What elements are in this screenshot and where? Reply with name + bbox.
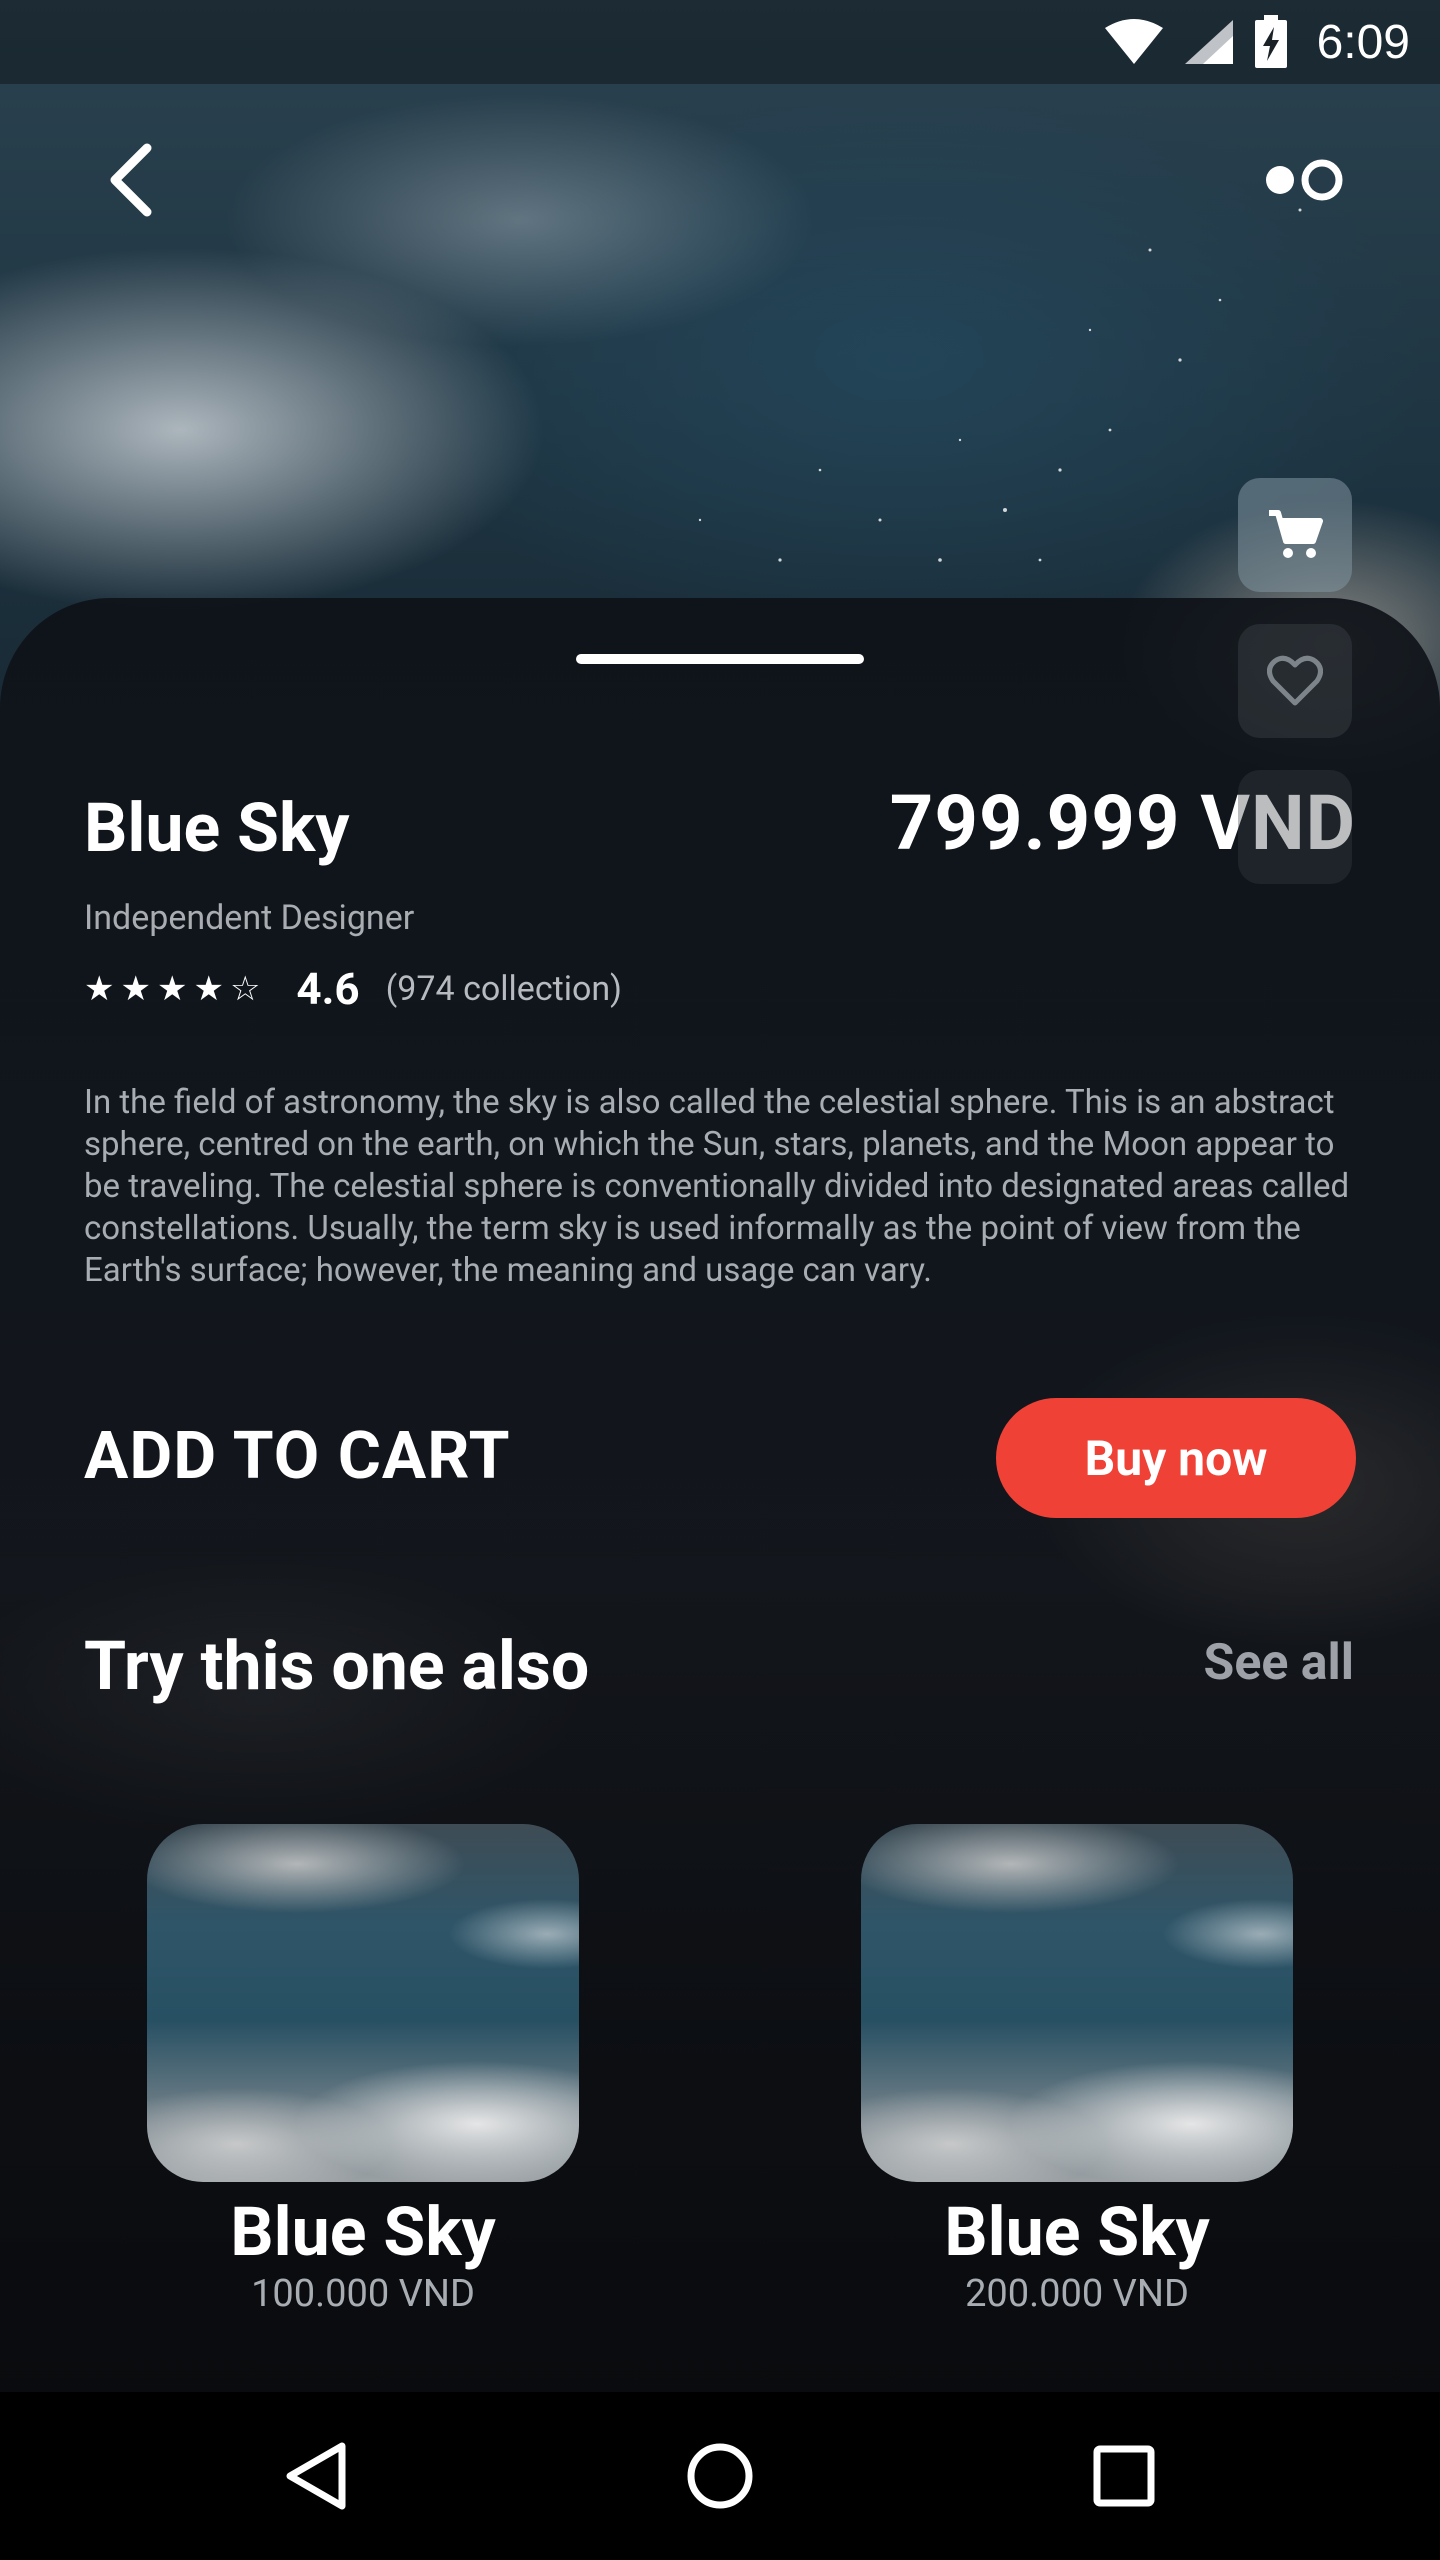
related-product-title: Blue Sky bbox=[944, 2192, 1210, 2272]
star-icon: ★ bbox=[193, 969, 224, 1009]
battery-charging-icon bbox=[1254, 15, 1287, 68]
back-button[interactable] bbox=[90, 130, 170, 230]
rating-stars: ★ ★ ★ ★ ☆ bbox=[84, 969, 260, 1009]
nav-home-button[interactable] bbox=[670, 2426, 770, 2526]
product-thumbnail bbox=[147, 1824, 579, 2182]
status-time: 6:09 bbox=[1316, 15, 1410, 69]
signal-icon bbox=[1184, 20, 1233, 64]
back-chevron-icon bbox=[110, 143, 152, 217]
extra-action-button[interactable] bbox=[1238, 770, 1352, 884]
product-thumbnail bbox=[861, 1824, 1293, 2182]
nav-recents-button[interactable] bbox=[1074, 2426, 1174, 2526]
system-navigation-bar bbox=[0, 2392, 1440, 2560]
rating-count: (974 collection) bbox=[385, 969, 623, 1009]
product-description: In the field of astronomy, the sky is al… bbox=[84, 1083, 1350, 1290]
nav-back-button[interactable] bbox=[266, 2426, 366, 2526]
wifi-icon bbox=[1104, 19, 1163, 64]
rating-value: 4.6 bbox=[296, 963, 360, 1015]
add-to-cart-button[interactable]: ADD TO CART bbox=[84, 1418, 511, 1495]
star-icon: ★ bbox=[84, 969, 115, 1009]
cart-side-button[interactable] bbox=[1238, 478, 1352, 592]
related-product-card[interactable]: Blue Sky 100.000 VND bbox=[147, 1824, 579, 2316]
related-section-title: Try this one also bbox=[84, 1626, 590, 1706]
see-all-link[interactable]: See all bbox=[1204, 1634, 1354, 1692]
nav-back-icon bbox=[286, 2442, 346, 2510]
product-detail-sheet: Blue Sky 799.999 VND Independent Designe… bbox=[0, 598, 1440, 2392]
heart-icon bbox=[1267, 655, 1323, 706]
favorite-button[interactable] bbox=[1238, 624, 1352, 738]
star-icon: ★ bbox=[120, 969, 151, 1009]
drag-handle[interactable] bbox=[576, 654, 864, 664]
star-outline-icon: ☆ bbox=[229, 969, 261, 1009]
cart-icon bbox=[1269, 510, 1323, 558]
rating-row: ★ ★ ★ ★ ☆ 4.6 (974 collection) bbox=[84, 963, 622, 1015]
product-title: Blue Sky bbox=[84, 788, 350, 868]
toggle-dots-icon bbox=[1266, 159, 1343, 201]
nav-recents-icon bbox=[1093, 2445, 1155, 2507]
designer-name: Independent Designer bbox=[84, 898, 415, 938]
status-bar: 6:09 bbox=[0, 0, 1440, 84]
buy-now-button[interactable]: Buy now bbox=[996, 1398, 1356, 1518]
related-product-title: Blue Sky bbox=[230, 2192, 496, 2272]
related-product-card[interactable]: Blue Sky 200.000 VND bbox=[861, 1824, 1293, 2316]
star-icon: ★ bbox=[156, 969, 188, 1009]
related-product-price: 100.000 VND bbox=[251, 2272, 475, 2316]
view-toggle-button[interactable] bbox=[1255, 140, 1355, 220]
nav-home-icon bbox=[687, 2443, 753, 2509]
related-product-price: 200.000 VND bbox=[965, 2272, 1189, 2316]
